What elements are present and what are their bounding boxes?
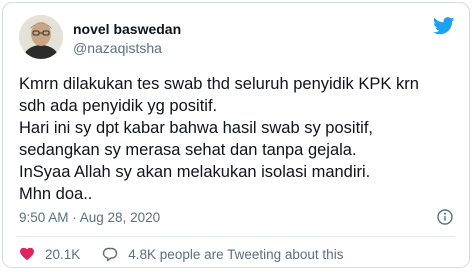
- like-button[interactable]: 20.1K: [19, 246, 102, 262]
- tweet-text-line: sedangkan sy merasa sehat dan tanpa geja…: [19, 141, 357, 159]
- tweet-text-line: sdh ada penyidik yg positif.: [19, 97, 218, 115]
- tweet-timestamp[interactable]: 9:50 AM · Aug 28, 2020: [19, 210, 160, 225]
- like-count: 20.1K: [45, 246, 81, 262]
- display-name[interactable]: novel baswedan: [73, 21, 181, 37]
- heart-icon: [20, 247, 34, 261]
- tweet-text-line: Hari ini sy dpt kabar bahwa hasil swab s…: [19, 119, 373, 137]
- tweet-text-line: InSyaa Allah sy akan melakukan isolasi m…: [19, 163, 371, 181]
- speech-bubble-icon: [103, 247, 118, 262]
- tweet-actions: 20.1K 4.8K people are Tweeting about thi…: [19, 244, 343, 264]
- avatar[interactable]: [19, 15, 63, 59]
- conversation-link[interactable]: 4.8K people are Tweeting about this: [102, 246, 343, 262]
- user-handle[interactable]: @nazaqistsha: [73, 40, 162, 56]
- tweet-text: Kmrn dilakukan tes swab thd seluruh peny…: [19, 73, 459, 205]
- tweet-card[interactable]: novel baswedan @nazaqistsha Kmrn dilakuk…: [2, 2, 470, 268]
- tweet-text-line: Kmrn dilakukan tes swab thd seluruh peny…: [19, 75, 419, 93]
- info-icon[interactable]: [437, 209, 453, 225]
- tweeting-about-count: 4.8K people are Tweeting about this: [128, 246, 344, 262]
- twitter-bird-icon[interactable]: [433, 17, 455, 35]
- avatar-photo: [19, 15, 63, 59]
- divider: [17, 236, 455, 237]
- tweet-text-line: Mhn doa..: [19, 185, 93, 203]
